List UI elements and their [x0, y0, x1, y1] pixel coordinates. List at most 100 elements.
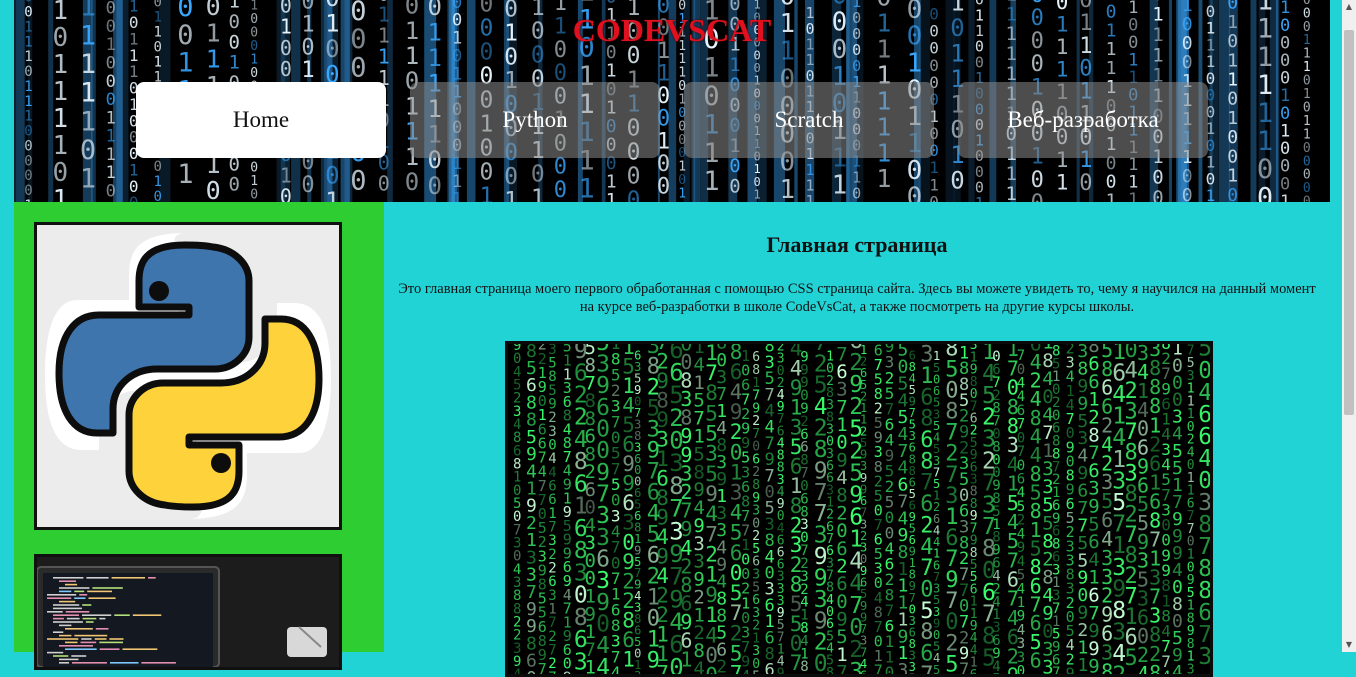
svg-text:0: 0: [53, 158, 69, 188]
site-title: CODEVSCAT: [572, 12, 772, 48]
svg-text:1: 1: [53, 50, 69, 80]
nav-home-button[interactable]: Home: [136, 82, 386, 158]
svg-text:0: 0: [301, 173, 314, 198]
svg-text:1: 1: [80, 49, 96, 80]
svg-text:1: 1: [1206, 186, 1216, 202]
svg-text:0: 0: [154, 189, 162, 202]
svg-text:0: 0: [1182, 166, 1193, 187]
main-content: Главная страница Это главная страница мо…: [384, 202, 1330, 677]
svg-text:0: 0: [907, 183, 923, 202]
svg-text:1: 1: [154, 54, 162, 70]
svg-text:0: 0: [1227, 185, 1238, 202]
svg-text:0: 0: [885, 663, 895, 674]
svg-text:1: 1: [1006, 163, 1017, 185]
svg-text:1: 1: [1280, 192, 1290, 202]
sidebar: [14, 202, 384, 670]
svg-text:1: 1: [754, 188, 761, 202]
svg-text:1: 1: [780, 175, 796, 202]
svg-text:1: 1: [24, 94, 32, 110]
svg-text:1: 1: [1006, 183, 1017, 202]
nav-scratch-button[interactable]: Scratch: [684, 82, 934, 158]
svg-text:0: 0: [627, 188, 641, 202]
svg-text:0: 0: [24, 183, 32, 199]
svg-text:0: 0: [106, 72, 116, 92]
svg-text:1: 1: [106, 145, 116, 165]
laptop-code-image: [37, 557, 339, 667]
svg-text:1: 1: [729, 54, 740, 76]
svg-text:0: 0: [129, 193, 139, 202]
svg-text:2: 2: [716, 657, 727, 674]
svg-text:0: 0: [1182, 52, 1193, 73]
svg-text:0: 0: [1031, 191, 1044, 202]
nav-webdev-button[interactable]: Веб-разработка: [958, 82, 1208, 158]
svg-text:0: 0: [24, 64, 32, 80]
svg-text:9: 9: [563, 668, 572, 674]
svg-text:1: 1: [1227, 70, 1238, 91]
svg-text:1: 1: [154, 174, 162, 190]
svg-text:3: 3: [634, 669, 641, 674]
svg-text:0: 0: [480, 160, 494, 186]
python-logo-card: [34, 222, 342, 530]
svg-text:1: 1: [1227, 50, 1238, 71]
scroll-down-arrow-icon[interactable]: ▼: [1342, 638, 1356, 652]
svg-text:1: 1: [907, 49, 923, 79]
svg-text:0: 0: [1106, 172, 1117, 193]
svg-text:1: 1: [53, 104, 69, 134]
scroll-thumb[interactable]: [1344, 30, 1354, 415]
svg-text:0: 0: [1031, 52, 1044, 77]
svg-text:7: 7: [874, 662, 883, 674]
svg-text:1: 1: [24, 79, 32, 95]
svg-text:4: 4: [596, 655, 610, 674]
svg-text:3: 3: [1198, 644, 1210, 670]
svg-text:0: 0: [1257, 154, 1273, 185]
svg-text:1: 1: [106, 127, 116, 147]
svg-text:7: 7: [959, 660, 969, 674]
svg-text:1: 1: [24, 49, 32, 65]
svg-text:5: 5: [1125, 646, 1138, 671]
svg-text:1: 1: [325, 187, 339, 202]
svg-text:1: 1: [177, 48, 193, 79]
matrix-image: 9045234868105073043882239485688594192133…: [505, 341, 1213, 677]
svg-text:0: 0: [350, 165, 366, 196]
svg-text:1: 1: [1227, 108, 1238, 129]
svg-text:1: 1: [24, 109, 32, 125]
svg-text:6: 6: [765, 661, 775, 674]
svg-text:0: 0: [1152, 187, 1163, 202]
green-digital-rain: 9045234868105073043882239485688594192133…: [513, 344, 1210, 675]
svg-text:1: 1: [579, 174, 595, 202]
laptop-code-card: [34, 554, 342, 670]
svg-text:1: 1: [1056, 58, 1069, 82]
svg-text:1: 1: [832, 171, 848, 201]
svg-text:1: 1: [1257, 126, 1273, 157]
svg-text:7: 7: [920, 663, 933, 674]
svg-text:1: 1: [1257, 70, 1273, 101]
svg-text:6: 6: [1030, 648, 1042, 672]
svg-text:0: 0: [1227, 89, 1238, 110]
scroll-up-arrow-icon[interactable]: ▲: [1342, 0, 1356, 14]
svg-text:1: 1: [585, 657, 596, 675]
svg-text:0: 0: [657, 175, 670, 200]
svg-text:0: 0: [1017, 664, 1025, 674]
svg-text:5: 5: [752, 670, 760, 674]
svg-text:1: 1: [806, 192, 815, 202]
svg-text:1: 1: [680, 647, 692, 671]
svg-text:5: 5: [992, 672, 1000, 674]
svg-text:0: 0: [1079, 57, 1092, 82]
svg-text:0: 0: [1152, 167, 1163, 189]
svg-text:4: 4: [1161, 667, 1171, 674]
svg-text:0: 0: [106, 54, 116, 74]
svg-text:1: 1: [678, 187, 686, 202]
svg-text:1: 1: [177, 159, 193, 190]
svg-text:4: 4: [513, 667, 521, 674]
svg-text:0: 0: [80, 135, 96, 166]
svg-text:0: 0: [526, 668, 537, 674]
svg-text:4: 4: [611, 663, 621, 674]
svg-text:1: 1: [301, 58, 314, 83]
svg-text:1: 1: [106, 163, 116, 183]
svg-text:0: 0: [657, 152, 670, 177]
svg-text:7: 7: [538, 660, 547, 674]
vertical-scrollbar[interactable]: ▲ ▼: [1342, 0, 1356, 652]
svg-text:1: 1: [657, 61, 670, 86]
svg-text:3: 3: [1187, 662, 1195, 674]
nav-python-button[interactable]: Python: [410, 82, 660, 158]
